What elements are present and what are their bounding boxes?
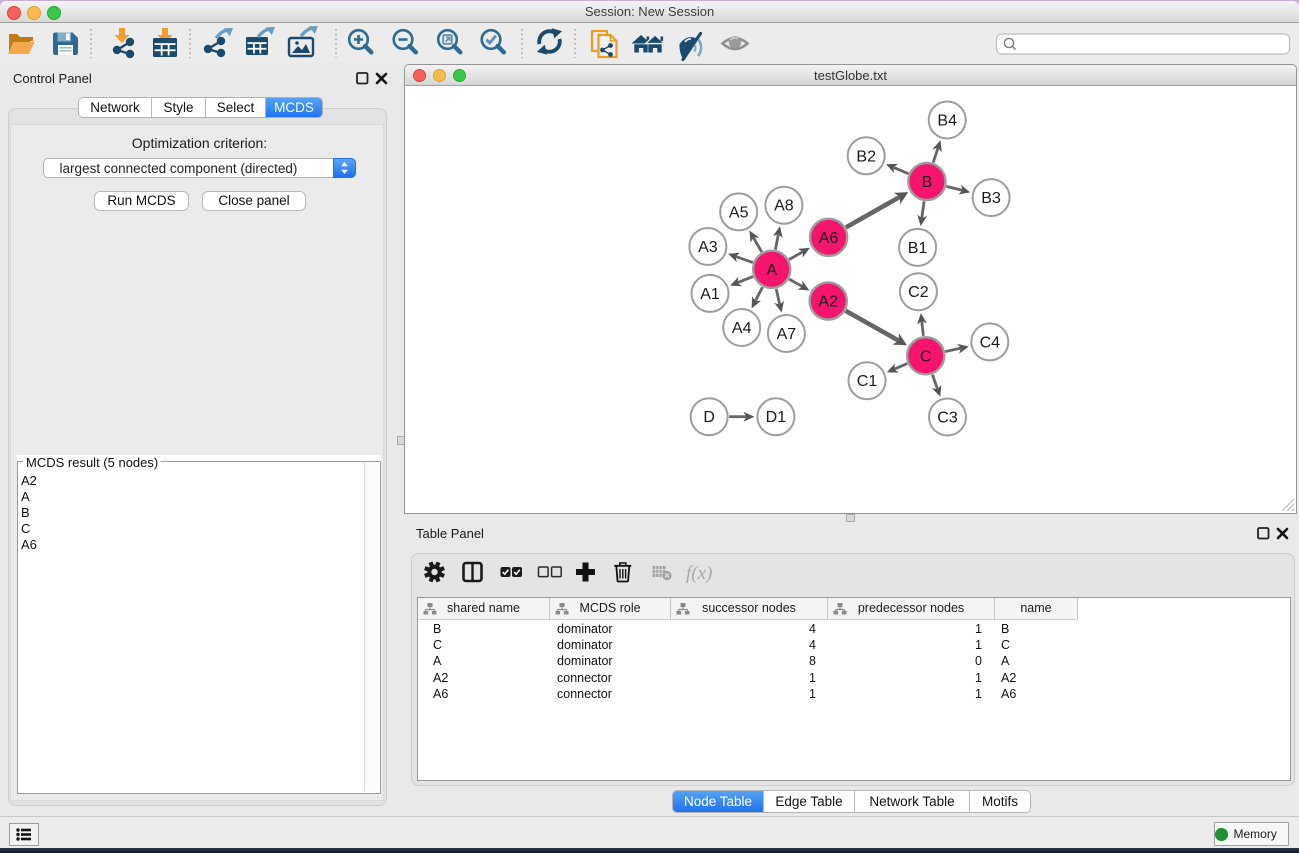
- svg-text:C3: C3: [937, 410, 958, 427]
- svg-text:B2: B2: [856, 148, 876, 165]
- svg-text:C1: C1: [857, 373, 878, 390]
- svg-text:A6: A6: [819, 230, 839, 247]
- svg-text:C2: C2: [908, 284, 929, 301]
- svg-text:A: A: [766, 262, 777, 279]
- svg-text:D1: D1: [766, 409, 787, 426]
- svg-text:A4: A4: [732, 320, 752, 337]
- svg-text:C4: C4: [980, 334, 1001, 351]
- svg-text:A8: A8: [774, 198, 794, 215]
- svg-text:A5: A5: [729, 204, 749, 221]
- svg-text:A2: A2: [818, 294, 838, 311]
- svg-text:f(x): f(x): [686, 563, 712, 584]
- svg-text:B1: B1: [908, 240, 928, 257]
- svg-text:D: D: [703, 409, 715, 426]
- svg-text:C: C: [920, 348, 932, 365]
- svg-text:A1: A1: [700, 286, 720, 303]
- svg-text:A3: A3: [698, 239, 718, 256]
- svg-text:B4: B4: [937, 113, 957, 130]
- svg-text:B3: B3: [981, 190, 1001, 207]
- svg-text:B: B: [922, 174, 933, 191]
- svg-text:A7: A7: [777, 326, 797, 343]
